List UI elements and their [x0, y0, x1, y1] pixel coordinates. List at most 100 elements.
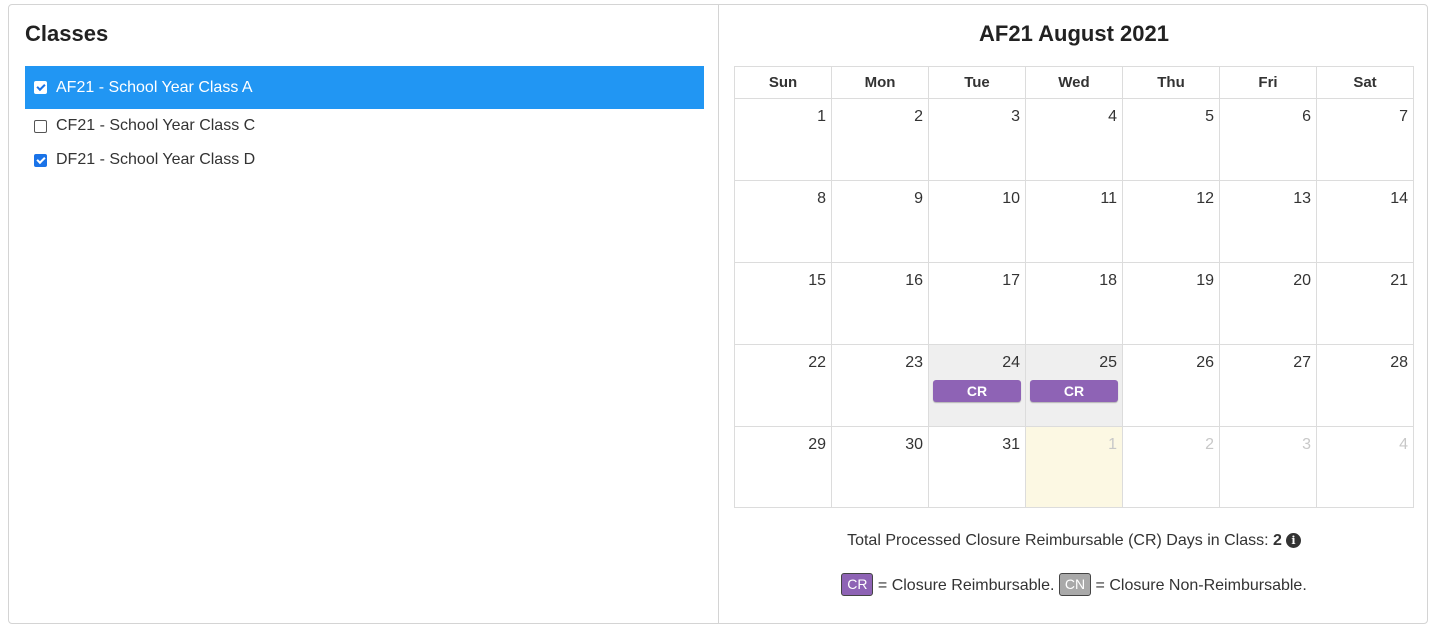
calendar-day-cell[interactable]: 2	[831, 98, 929, 181]
class-checkbox-cf21[interactable]	[34, 119, 47, 133]
weekday-header: Sat	[1316, 66, 1414, 99]
calendar-day-cell[interactable]: 26	[1122, 344, 1220, 427]
day-number: 5	[1205, 108, 1214, 125]
calendar-day-cell[interactable]: 7	[1316, 98, 1414, 181]
calendar-day-cell[interactable]: 25 CR	[1025, 344, 1123, 427]
classes-title: Classes	[25, 21, 109, 46]
day-number: 13	[1293, 190, 1311, 207]
main-panel: Classes AF21 - School Year Class A CF21 …	[8, 4, 1428, 624]
calendar-day-cell[interactable]: 9	[831, 180, 929, 263]
day-number: 22	[808, 354, 826, 371]
total-closure-value: 2	[1273, 532, 1282, 549]
calendar-day-cell[interactable]: 17	[928, 262, 1026, 345]
day-number: 2	[914, 108, 923, 125]
day-number: 25	[1099, 354, 1117, 371]
calendar-day-cell[interactable]: 4	[1025, 98, 1123, 181]
total-closure-days: Total Processed Closure Reimbursable (CR…	[719, 532, 1429, 550]
cr-closure-badge[interactable]: CR	[1030, 380, 1118, 402]
column-divider	[718, 5, 719, 623]
calendar-body: 1 2 3 4 5 6 7 8 9 10 11 12 13 14 15 16 17 18 19 20 21 22 23 24 C…	[734, 98, 1414, 508]
calendar-day-cell[interactable]: 29	[734, 426, 832, 508]
cn-legend-chip: CN	[1058, 573, 1092, 596]
calendar-day-cell[interactable]: 14	[1316, 180, 1414, 263]
total-closure-label: Total Processed Closure Reimbursable (CR…	[847, 532, 1273, 549]
calendar-day-cell[interactable]: 12	[1122, 180, 1220, 263]
calendar-day-cell[interactable]: 2	[1122, 426, 1220, 508]
cr-legend-chip: CR	[841, 573, 874, 596]
day-number: 6	[1302, 108, 1311, 125]
closure-legend: CR = Closure Reimbursable. CN = Closure …	[719, 573, 1429, 596]
calendar-day-cell[interactable]: 1	[734, 98, 832, 181]
calendar-day-cell[interactable]: 11	[1025, 180, 1123, 263]
day-number: 15	[808, 272, 826, 289]
day-number: 18	[1099, 272, 1117, 289]
day-number: 9	[914, 190, 923, 207]
day-number: 24	[1002, 354, 1020, 371]
day-number: 7	[1399, 108, 1408, 125]
calendar-day-cell[interactable]: 20	[1219, 262, 1317, 345]
day-number: 21	[1390, 272, 1408, 289]
calendar-day-cell[interactable]: 27	[1219, 344, 1317, 427]
calendar-title: AF21 August 2021	[979, 21, 1169, 46]
day-number: 27	[1293, 354, 1311, 371]
day-number: 31	[1002, 436, 1020, 453]
weekday-header: Tue	[928, 66, 1026, 99]
calendar-day-cell[interactable]: 21	[1316, 262, 1414, 345]
calendar-day-cell[interactable]: 13	[1219, 180, 1317, 263]
calendar-day-cell[interactable]: 16	[831, 262, 929, 345]
day-number: 28	[1390, 354, 1408, 371]
calendar-day-cell[interactable]: 28	[1316, 344, 1414, 427]
calendar-day-cell[interactable]: 31	[928, 426, 1026, 508]
class-label-cf21: CF21 - School Year Class C	[56, 117, 256, 134]
info-circle-icon[interactable]: i	[1285, 533, 1301, 548]
calendar-day-cell[interactable]: 4	[1316, 426, 1414, 508]
calendar-day-cell[interactable]: 6	[1219, 98, 1317, 181]
calendar-week-row: 29 30 31 1 2 3 4	[734, 426, 1414, 508]
class-list: AF21 - School Year Class A CF21 - School…	[25, 66, 704, 177]
cr-legend-text: = Closure Reimbursable.	[873, 577, 1059, 594]
class-item-df21[interactable]: DF21 - School Year Class D	[25, 143, 704, 177]
day-number: 17	[1002, 272, 1020, 289]
day-number: 8	[817, 190, 826, 207]
calendar-day-cell[interactable]: 8	[734, 180, 832, 263]
class-item-af21[interactable]: AF21 - School Year Class A	[25, 66, 704, 109]
calendar-day-cell[interactable]: 5	[1122, 98, 1220, 181]
weekday-header: Sun	[734, 66, 832, 99]
calendar-grid: Sun Mon Tue Wed Thu Fri Sat 1 2 3 4 5 6 7 8 9 10 1…	[734, 66, 1414, 508]
calendar-day-cell[interactable]: 22	[734, 344, 832, 427]
day-number: 3	[1302, 436, 1311, 453]
weekday-header-row: Sun Mon Tue Wed Thu Fri Sat	[734, 66, 1414, 99]
day-number: 4	[1399, 436, 1408, 453]
cn-legend-text: = Closure Non-Reimbursable.	[1091, 577, 1307, 594]
day-number: 16	[905, 272, 923, 289]
class-label-af21: AF21 - School Year Class A	[56, 78, 253, 96]
calendar-day-cell[interactable]: 23	[831, 344, 929, 427]
weekday-header: Wed	[1025, 66, 1123, 99]
day-number: 1	[1108, 436, 1117, 453]
day-number: 20	[1293, 272, 1311, 289]
weekday-header: Mon	[831, 66, 929, 99]
class-item-cf21[interactable]: CF21 - School Year Class C	[25, 109, 704, 143]
calendar-day-cell[interactable]: 24 CR	[928, 344, 1026, 427]
calendar-day-cell[interactable]: 3	[928, 98, 1026, 181]
calendar-day-cell[interactable]: 15	[734, 262, 832, 345]
cr-closure-badge[interactable]: CR	[933, 380, 1021, 402]
day-number: 1	[817, 108, 826, 125]
day-number: 26	[1196, 354, 1214, 371]
calendar-day-cell[interactable]: 1	[1025, 426, 1123, 508]
calendar-day-cell[interactable]: 10	[928, 180, 1026, 263]
calendar-day-cell[interactable]: 19	[1122, 262, 1220, 345]
day-number: 2	[1205, 436, 1214, 453]
calendar-week-row: 15 16 17 18 19 20 21	[734, 262, 1414, 345]
day-number: 23	[905, 354, 923, 371]
calendar-day-cell[interactable]: 3	[1219, 426, 1317, 508]
class-checkbox-df21[interactable]	[34, 153, 47, 167]
day-number: 30	[905, 436, 923, 453]
calendar-week-row: 22 23 24 CR 25 CR 26 27 28	[734, 344, 1414, 427]
calendar-week-row: 1 2 3 4 5 6 7	[734, 98, 1414, 181]
class-checkbox-af21[interactable]	[34, 81, 47, 94]
calendar-day-cell[interactable]: 18	[1025, 262, 1123, 345]
day-number: 10	[1002, 190, 1020, 207]
class-label-df21: DF21 - School Year Class D	[56, 151, 256, 168]
calendar-day-cell[interactable]: 30	[831, 426, 929, 508]
